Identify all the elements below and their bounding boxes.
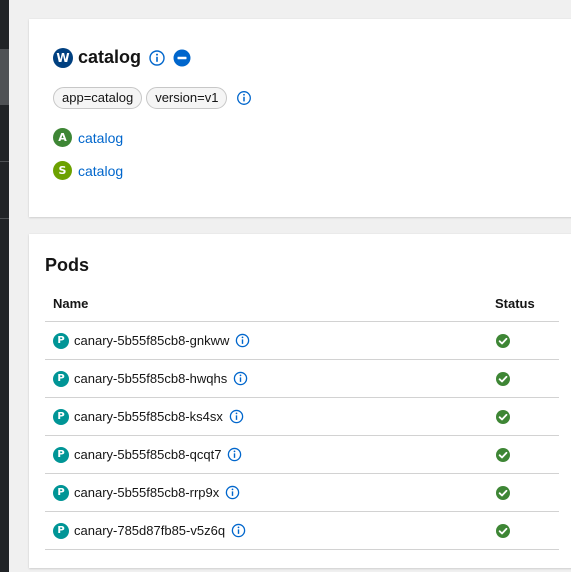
- label-chip: version=v1: [146, 87, 228, 109]
- pods-table-header: Name Status: [45, 286, 559, 322]
- pod-name[interactable]: canary-5b55f85cb8-rrp9x: [74, 485, 219, 500]
- check-circle-icon: [496, 524, 510, 538]
- table-row: P canary-5b55f85cb8-hwqhs: [45, 360, 559, 398]
- pods-table-body: P canary-5b55f85cb8-gnkww P canary-5b55f…: [45, 322, 559, 550]
- labels-row: app=catalog version=v1: [53, 87, 252, 109]
- table-row: P canary-5b55f85cb8-ks4sx: [45, 398, 559, 436]
- app-link[interactable]: catalog: [78, 130, 123, 146]
- check-circle-icon: [496, 372, 510, 386]
- minus-circle-icon[interactable]: [173, 49, 191, 67]
- pod-badge: P: [53, 370, 69, 387]
- info-icon[interactable]: [229, 409, 244, 424]
- pods-title: Pods: [45, 255, 90, 275]
- workload-title-row: W catalog: [53, 47, 191, 68]
- info-icon[interactable]: [233, 371, 248, 386]
- pods-card: Pods Name Status P canary-5b55f85cb8-gnk…: [29, 234, 571, 568]
- service-badge: S: [53, 161, 72, 180]
- check-circle-icon: [496, 448, 510, 462]
- column-header-status[interactable]: Status: [495, 296, 535, 311]
- check-circle-icon: [496, 486, 510, 500]
- pod-name[interactable]: canary-5b55f85cb8-hwqhs: [74, 371, 227, 386]
- pod-name[interactable]: canary-785d87fb85-v5z6q: [74, 523, 225, 538]
- table-row: P canary-5b55f85cb8-qcqt7: [45, 436, 559, 474]
- nav-active-segment[interactable]: [0, 50, 9, 104]
- nav-divider: [0, 218, 9, 219]
- info-icon[interactable]: [236, 90, 252, 106]
- info-icon[interactable]: [231, 523, 246, 538]
- app-link-row[interactable]: A catalog: [53, 128, 123, 147]
- pod-badge: P: [53, 484, 69, 501]
- table-row: P canary-785d87fb85-v5z6q: [45, 512, 559, 550]
- workload-name: catalog: [78, 47, 142, 67]
- column-header-name[interactable]: Name: [53, 296, 88, 311]
- workload-card: W catalog app=catalog version=v1 A catal…: [29, 19, 571, 217]
- app-badge: A: [53, 128, 72, 147]
- left-nav-strip: [0, 0, 9, 572]
- pod-badge: P: [53, 408, 69, 425]
- workload-badge: W: [53, 47, 73, 68]
- check-circle-icon: [496, 334, 510, 348]
- service-link-row[interactable]: S catalog: [53, 161, 123, 180]
- pod-name[interactable]: canary-5b55f85cb8-qcqt7: [74, 447, 221, 462]
- info-icon[interactable]: [149, 49, 165, 66]
- info-icon[interactable]: [235, 333, 250, 348]
- check-circle-icon: [496, 410, 510, 424]
- label-chip: app=catalog: [53, 87, 143, 109]
- info-icon[interactable]: [225, 485, 240, 500]
- nav-divider: [0, 104, 9, 105]
- pod-name[interactable]: canary-5b55f85cb8-ks4sx: [74, 409, 223, 424]
- nav-divider: [0, 161, 9, 162]
- service-link[interactable]: catalog: [78, 163, 123, 179]
- pod-badge: P: [53, 332, 69, 349]
- table-row: P canary-5b55f85cb8-gnkww: [45, 322, 559, 360]
- table-row: P canary-5b55f85cb8-rrp9x: [45, 474, 559, 512]
- pod-name[interactable]: canary-5b55f85cb8-gnkww: [74, 333, 229, 348]
- info-icon[interactable]: [227, 447, 242, 462]
- pod-badge: P: [53, 446, 69, 463]
- pod-badge: P: [53, 522, 69, 539]
